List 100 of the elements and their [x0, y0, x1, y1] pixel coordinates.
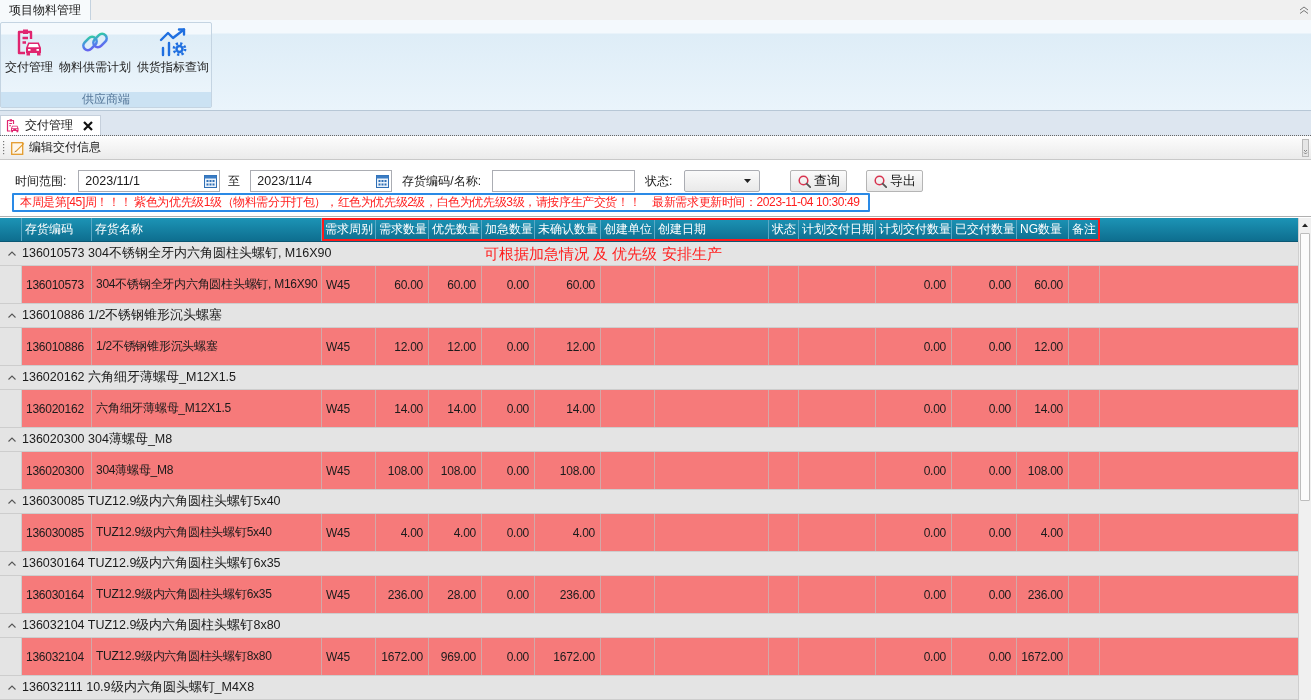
column-header[interactable]: 创建单位: [601, 218, 655, 241]
table-cell: 136020300: [22, 452, 92, 489]
table-cell: 60.00: [535, 266, 601, 303]
column-header[interactable]: 备注: [1069, 218, 1100, 241]
table-cell: 0.00: [952, 452, 1017, 489]
chevron-up-icon[interactable]: [8, 313, 16, 318]
table-cell: 136010886: [22, 328, 92, 365]
table-row[interactable]: 136030164 TUZ12.9级内六角圆柱头螺钉6x35 W45 236.00 28.00 0.00 236.00 0.00 0.00 236.00: [0, 576, 1298, 614]
table-cell: 0.00: [952, 390, 1017, 427]
table-cell: 1672.00: [1017, 638, 1069, 675]
ribbon-tab[interactable]: 项目物料管理: [0, 0, 91, 20]
chevron-up-icon[interactable]: [1299, 6, 1309, 14]
column-header[interactable]: 加急数量: [482, 218, 535, 241]
overflow-icon[interactable]: [1302, 138, 1309, 157]
scrollbar-thumb[interactable]: [1300, 233, 1310, 501]
calendar-icon[interactable]: [204, 174, 218, 188]
table-cell: TUZ12.9级内六角圆柱头螺钉8x80: [92, 638, 322, 675]
column-header[interactable]: 状态: [769, 218, 799, 241]
calendar-icon[interactable]: [376, 174, 390, 188]
table-cell: 0.00: [876, 514, 952, 551]
ribbon-button[interactable]: 物料供需计划: [59, 27, 131, 76]
date-field[interactable]: 2023/11/4: [250, 170, 393, 192]
table-cell: 0.00: [482, 266, 535, 303]
column-header[interactable]: 存货名称: [92, 218, 322, 241]
table-cell: 0.00: [482, 328, 535, 365]
column-header[interactable]: 已交付数量: [952, 218, 1017, 241]
table-cell: 108.00: [535, 452, 601, 489]
group-row[interactable]: 136032111 10.9级内六角圆头螺钉_M4X8: [0, 676, 1298, 700]
table-cell: 0.00: [952, 266, 1017, 303]
table-cell: 0.00: [482, 452, 535, 489]
chevron-up-icon[interactable]: [8, 561, 16, 566]
chevron-up-icon[interactable]: [8, 251, 16, 256]
column-header[interactable]: 优先数量: [429, 218, 482, 241]
table-cell: 108.00: [429, 452, 482, 489]
table-cell: 12.00: [429, 328, 482, 365]
update-time-text: 最新需求更新时间：2023-11-04 10:30:49: [652, 194, 860, 211]
chevron-up-icon[interactable]: [8, 437, 16, 442]
table-cell: W45: [322, 328, 376, 365]
table-cell: 14.00: [1017, 390, 1069, 427]
chevron-up-icon[interactable]: [8, 623, 16, 628]
table-cell: W45: [322, 576, 376, 613]
search-icon: [797, 174, 811, 188]
column-header[interactable]: 存货编码: [22, 218, 92, 241]
group-row[interactable]: 136010886 1/2不锈钢锥形沉头螺塞: [0, 304, 1298, 328]
table-row[interactable]: 136010573 304不锈钢全牙内六角圆柱头螺钉, M16X90 W45 60.00 60.00 0.00 60.00 0.00 0.00 60.00: [0, 266, 1298, 304]
table-row[interactable]: 136010886 1/2不锈钢锥形沉头螺塞 W45 12.00 12.00 0.00 12.00 0.00 0.00 12.00: [0, 328, 1298, 366]
row-indicator: [0, 266, 22, 303]
table-cell: 0.00: [876, 638, 952, 675]
table-row[interactable]: 136030085 TUZ12.9级内六角圆柱头螺钉5x40 W45 4.00 4.00 0.00 4.00 0.00 0.00 4.00: [0, 514, 1298, 552]
column-header[interactable]: 计划交付日期: [799, 218, 876, 241]
chevron-up-icon[interactable]: [8, 685, 16, 690]
table-cell: 1672.00: [535, 638, 601, 675]
table-cell: 236.00: [535, 576, 601, 613]
ribbon-button[interactable]: 供货指标查询: [137, 27, 209, 76]
edit-button[interactable]: 编辑交付信息: [8, 139, 104, 156]
table-cell: 108.00: [376, 452, 429, 489]
search-icon: [873, 174, 887, 188]
row-indicator: [0, 514, 22, 551]
column-header[interactable]: NG数量: [1017, 218, 1069, 241]
table-row[interactable]: 136020300 304薄螺母_M8 W45 108.00 108.00 0.00 108.00 0.00 0.00 108.00: [0, 452, 1298, 490]
table-cell: 14.00: [376, 390, 429, 427]
table-cell: 60.00: [1017, 266, 1069, 303]
grip-icon[interactable]: [2, 140, 5, 155]
column-header[interactable]: 需求周别: [322, 218, 376, 241]
column-header[interactable]: 需求数量: [376, 218, 429, 241]
input-field[interactable]: [492, 170, 635, 192]
group-row[interactable]: 136032104 TUZ12.9级内六角圆柱头螺钉8x80: [0, 614, 1298, 638]
close-icon[interactable]: [83, 120, 93, 131]
table-cell: 136010573: [22, 266, 92, 303]
column-header[interactable]: 计划交付数量: [876, 218, 952, 241]
chevron-up-icon[interactable]: [8, 499, 16, 504]
notice-text: 本周是第[45]周！！！ 紫色为优先级1级（物料需分开打包），红色为优先级2级，白色为优先级3级，请按序生产交货！！: [20, 194, 641, 211]
search-button[interactable]: 查询: [790, 170, 848, 192]
table-cell: 0.00: [952, 576, 1017, 613]
group-title: 136010573 304不锈钢全牙内六角圆柱头螺钉, M16X90: [22, 245, 332, 262]
ribbon-group-caption: 供应商端: [1, 92, 211, 107]
table-cell: 28.00: [429, 576, 482, 613]
table-row[interactable]: 136020162 六角细牙薄螺母_M12X1.5 W45 14.00 14.00 0.00 14.00 0.00 0.00 14.00: [0, 390, 1298, 428]
column-header[interactable]: 创建日期: [655, 218, 769, 241]
table-cell: 0.00: [952, 514, 1017, 551]
group-title: 136032111 10.9级内六角圆头螺钉_M4X8: [22, 679, 255, 696]
table-cell: 236.00: [376, 576, 429, 613]
export-button[interactable]: 导出: [866, 170, 924, 192]
column-header[interactable]: 未确认数量: [535, 218, 601, 241]
table-cell: W45: [322, 638, 376, 675]
table-cell: 0.00: [482, 576, 535, 613]
ribbon-button[interactable]: 交付管理: [5, 27, 53, 76]
group-row[interactable]: 136020162 六角细牙薄螺母_M12X1.5: [0, 366, 1298, 390]
table-cell: W45: [322, 452, 376, 489]
chevron-up-icon[interactable]: [8, 375, 16, 380]
table-cell: W45: [322, 390, 376, 427]
table-cell: 0.00: [952, 638, 1017, 675]
group-row[interactable]: 136020300 304薄螺母_M8: [0, 428, 1298, 452]
table-row[interactable]: 136032104 TUZ12.9级内六角圆柱头螺钉8x80 W45 1672.00 969.00 0.00 1672.00 0.00 0.00 1672.00: [0, 638, 1298, 676]
table-cell: 0.00: [482, 638, 535, 675]
date-field[interactable]: 2023/11/1: [78, 170, 221, 192]
group-row[interactable]: 136030164 TUZ12.9级内六角圆柱头螺钉6x35: [0, 552, 1298, 576]
document-tab[interactable]: 交付管理: [0, 115, 101, 135]
group-title: 136030085 TUZ12.9级内六角圆柱头螺钉5x40: [22, 493, 281, 510]
group-row[interactable]: 136030085 TUZ12.9级内六角圆柱头螺钉5x40: [0, 490, 1298, 514]
